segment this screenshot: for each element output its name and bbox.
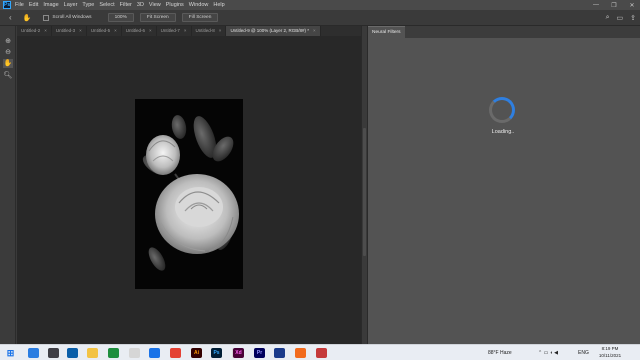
close-window-button[interactable]: ✕ bbox=[628, 2, 636, 9]
tab-label: Untitled-2 bbox=[21, 28, 41, 33]
loading-text: Loading.. bbox=[491, 129, 515, 135]
magnifier-icon[interactable]: 🔍︎ bbox=[3, 71, 13, 80]
panel-header bbox=[368, 26, 640, 38]
scrollbar-thumb[interactable] bbox=[363, 128, 366, 256]
taskbar: ⊞ Ai Ps Xd Pr 88°F Haze ⌃ ▭ ◖ ◀︎ ENG 8:1… bbox=[0, 344, 640, 360]
tab-label: Untitled-6 bbox=[125, 28, 145, 33]
tab-untitled-9[interactable]: Untitled-9 @ 100% (Layer 2, RGB/8#) * × bbox=[226, 26, 321, 36]
options-bar: ‹ ✋ Scroll All Windows 100% Fit Screen F… bbox=[0, 10, 640, 26]
tab-untitled-7[interactable]: Untitled-7 × bbox=[157, 26, 192, 36]
clock[interactable]: 8:19 PM 10/11/2021 bbox=[590, 346, 630, 359]
blender-icon[interactable] bbox=[295, 348, 306, 358]
language-indicator[interactable]: ENG bbox=[578, 345, 589, 360]
menu-file[interactable]: File bbox=[15, 2, 24, 8]
document-canvas[interactable] bbox=[135, 99, 243, 289]
app-icon[interactable] bbox=[129, 348, 140, 358]
options-right-icons: ⌕ ▭ ⇪ bbox=[606, 10, 636, 26]
zoom-in-icon[interactable]: ⊕ bbox=[3, 37, 13, 46]
mail-icon[interactable] bbox=[67, 348, 78, 358]
clock-date: 10/11/2021 bbox=[598, 352, 622, 358]
hand-icon[interactable]: ✋ bbox=[3, 59, 13, 68]
xd-icon[interactable]: Xd bbox=[233, 348, 244, 358]
workspace-icon[interactable]: ▭ bbox=[617, 14, 624, 22]
chrome-icon[interactable] bbox=[170, 348, 181, 358]
close-icon[interactable]: × bbox=[149, 26, 152, 36]
illustrator-icon[interactable]: Ai bbox=[191, 348, 202, 358]
tools-panel: ⊕ ⊖ ✋ 🔍︎ bbox=[0, 26, 16, 344]
app-icon[interactable] bbox=[316, 348, 327, 358]
store-icon[interactable] bbox=[108, 348, 119, 358]
canvas-workspace[interactable] bbox=[17, 36, 361, 344]
tab-label: Untitled-5 bbox=[90, 28, 111, 33]
rose-image bbox=[142, 115, 239, 271]
menu-window[interactable]: Window bbox=[189, 2, 209, 8]
zoom-out-icon[interactable]: ⊖ bbox=[3, 48, 13, 57]
close-icon[interactable]: × bbox=[44, 26, 47, 36]
menu-bar: Ps File Edit Image Layer Type Select Fil… bbox=[0, 0, 640, 10]
minimize-button[interactable]: — bbox=[592, 2, 600, 8]
fit-screen-button[interactable]: Fit Screen bbox=[139, 13, 176, 22]
hand-tool-icon: ✋ bbox=[22, 14, 32, 22]
loading-spinner-icon bbox=[489, 97, 515, 123]
close-icon[interactable]: × bbox=[313, 26, 316, 36]
chevron-left-icon[interactable]: ‹ bbox=[9, 13, 12, 22]
search-icon[interactable]: ⌕ bbox=[606, 14, 610, 22]
tab-label: Untitled-8 bbox=[195, 28, 215, 33]
menu-help[interactable]: Help bbox=[213, 2, 224, 8]
tab-neural-filters[interactable]: Neural Filters bbox=[368, 26, 405, 38]
close-icon[interactable]: × bbox=[219, 26, 222, 36]
document-tabs: Untitled-2 × Untitled-3 × Untitled-5 × Unti… bbox=[17, 26, 362, 36]
restore-button[interactable]: ❐ bbox=[610, 2, 618, 9]
share-icon[interactable]: ⇪ bbox=[630, 14, 636, 22]
menu-plugins[interactable]: Plugins bbox=[166, 2, 184, 8]
menu-type[interactable]: Type bbox=[82, 2, 94, 8]
folder-icon[interactable] bbox=[87, 348, 98, 358]
menu-layer[interactable]: Layer bbox=[64, 2, 78, 8]
menu-view[interactable]: View bbox=[149, 2, 161, 8]
fill-screen-button[interactable]: Fill Screen bbox=[181, 13, 219, 22]
app-icon[interactable] bbox=[274, 348, 285, 358]
windows-start-icon[interactable]: ⊞ bbox=[5, 348, 16, 358]
tab-untitled-3[interactable]: Untitled-3 × bbox=[52, 26, 87, 36]
tray-icons[interactable]: ⌃ ▭ ◖ ◀︎ bbox=[538, 345, 558, 360]
panel-splitter[interactable] bbox=[361, 26, 368, 344]
window-controls: — ❐ ✕ bbox=[592, 0, 636, 10]
scroll-all-windows-label: Scroll All Windows bbox=[52, 15, 92, 20]
neural-filters-panel: Neural Filters Loading.. bbox=[368, 26, 640, 344]
menu-3d[interactable]: 3D bbox=[137, 2, 144, 8]
tab-untitled-2[interactable]: Untitled-2 × bbox=[17, 26, 52, 36]
tab-untitled-8[interactable]: Untitled-8 × bbox=[192, 26, 227, 36]
zoom-100-button[interactable]: 100% bbox=[107, 13, 134, 22]
vscode-icon[interactable] bbox=[28, 348, 39, 358]
close-icon[interactable]: × bbox=[184, 26, 187, 36]
weather-text[interactable]: 88°F Haze bbox=[488, 345, 512, 360]
tab-untitled-6[interactable]: Untitled-6 × bbox=[122, 26, 157, 36]
terminal-icon[interactable] bbox=[48, 348, 59, 358]
tab-label: Untitled-9 @ 100% (Layer 2, RGB/8#) * bbox=[230, 28, 310, 33]
bluetooth-app-icon[interactable] bbox=[149, 348, 160, 358]
photoshop-icon[interactable]: Ps bbox=[211, 348, 222, 358]
menu-image[interactable]: Image bbox=[43, 2, 58, 8]
menu-filter[interactable]: Filter bbox=[120, 2, 132, 8]
tab-label: Untitled-7 bbox=[160, 28, 180, 33]
premiere-icon[interactable]: Pr bbox=[254, 348, 265, 358]
menu-edit[interactable]: Edit bbox=[29, 2, 38, 8]
close-icon[interactable]: × bbox=[114, 26, 117, 36]
photoshop-logo-icon: Ps bbox=[3, 1, 11, 9]
scroll-all-windows-checkbox[interactable] bbox=[43, 14, 50, 21]
close-icon[interactable]: × bbox=[79, 26, 82, 36]
tab-label: Untitled-3 bbox=[55, 28, 76, 33]
tab-untitled-5[interactable]: Untitled-5 × bbox=[87, 26, 122, 36]
menu-select[interactable]: Select bbox=[99, 2, 114, 8]
